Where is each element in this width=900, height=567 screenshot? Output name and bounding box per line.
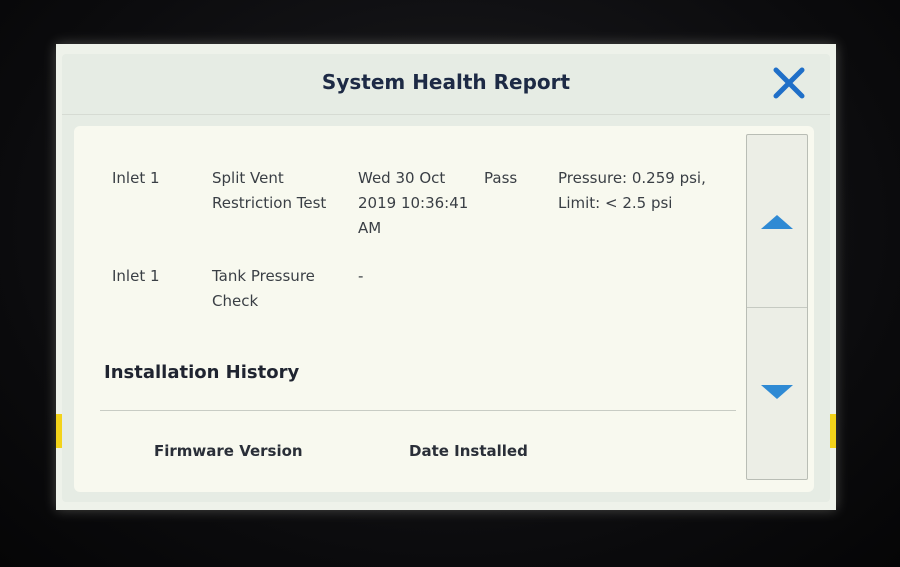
scrollbar[interactable] [746,134,808,480]
result-timestamp-line: 2019 10:36:41 [358,194,469,212]
column-header-firmware-version: Firmware Version [154,442,303,460]
touch-screen: System Health Report Inlet 1 Split Vent … [56,44,836,510]
result-test-name: Tank Pressure Check [212,264,315,314]
result-status: Pass [484,169,518,187]
result-location: Inlet 1 [112,169,160,187]
result-details-line: Pressure: 0.259 psi, [558,169,706,187]
scroll-up-button[interactable] [747,135,807,308]
result-test-line: Restriction Test [212,194,327,212]
result-test-line: Split Vent [212,169,284,187]
triangle-down-icon [761,385,793,399]
report-panel: Inlet 1 Split Vent Restriction Test Wed … [74,126,814,492]
result-details-line: Limit: < 2.5 psi [558,194,673,212]
result-timestamp-line: - [358,267,364,285]
column-header-date-installed: Date Installed [409,442,528,460]
result-location: Inlet 1 [112,267,160,285]
device-bezel: System Health Report Inlet 1 Split Vent … [0,0,900,567]
triangle-up-icon [761,215,793,229]
result-timestamp-line: Wed 30 Oct [358,169,446,187]
results-list: Inlet 1 Split Vent Restriction Test Wed … [74,126,736,492]
result-timestamp: - [358,264,363,289]
close-button[interactable] [770,64,808,102]
installation-history-title: Installation History [104,362,300,383]
close-x-icon [773,67,805,99]
scroll-down-button[interactable] [747,307,807,479]
result-timestamp-line: AM [358,219,382,237]
result-test-name: Split Vent Restriction Test [212,166,326,216]
dialog-title: System Health Report [321,70,571,94]
dialog-header: System Health Report [62,54,830,115]
system-health-dialog: System Health Report Inlet 1 Split Vent … [62,54,830,502]
result-details: Pressure: 0.259 psi, Limit: < 2.5 psi [558,166,706,216]
result-test-line: Check [212,292,259,310]
section-divider [100,410,736,411]
result-timestamp: Wed 30 Oct 2019 10:36:41 AM [358,166,468,241]
result-test-line: Tank Pressure [212,267,315,285]
